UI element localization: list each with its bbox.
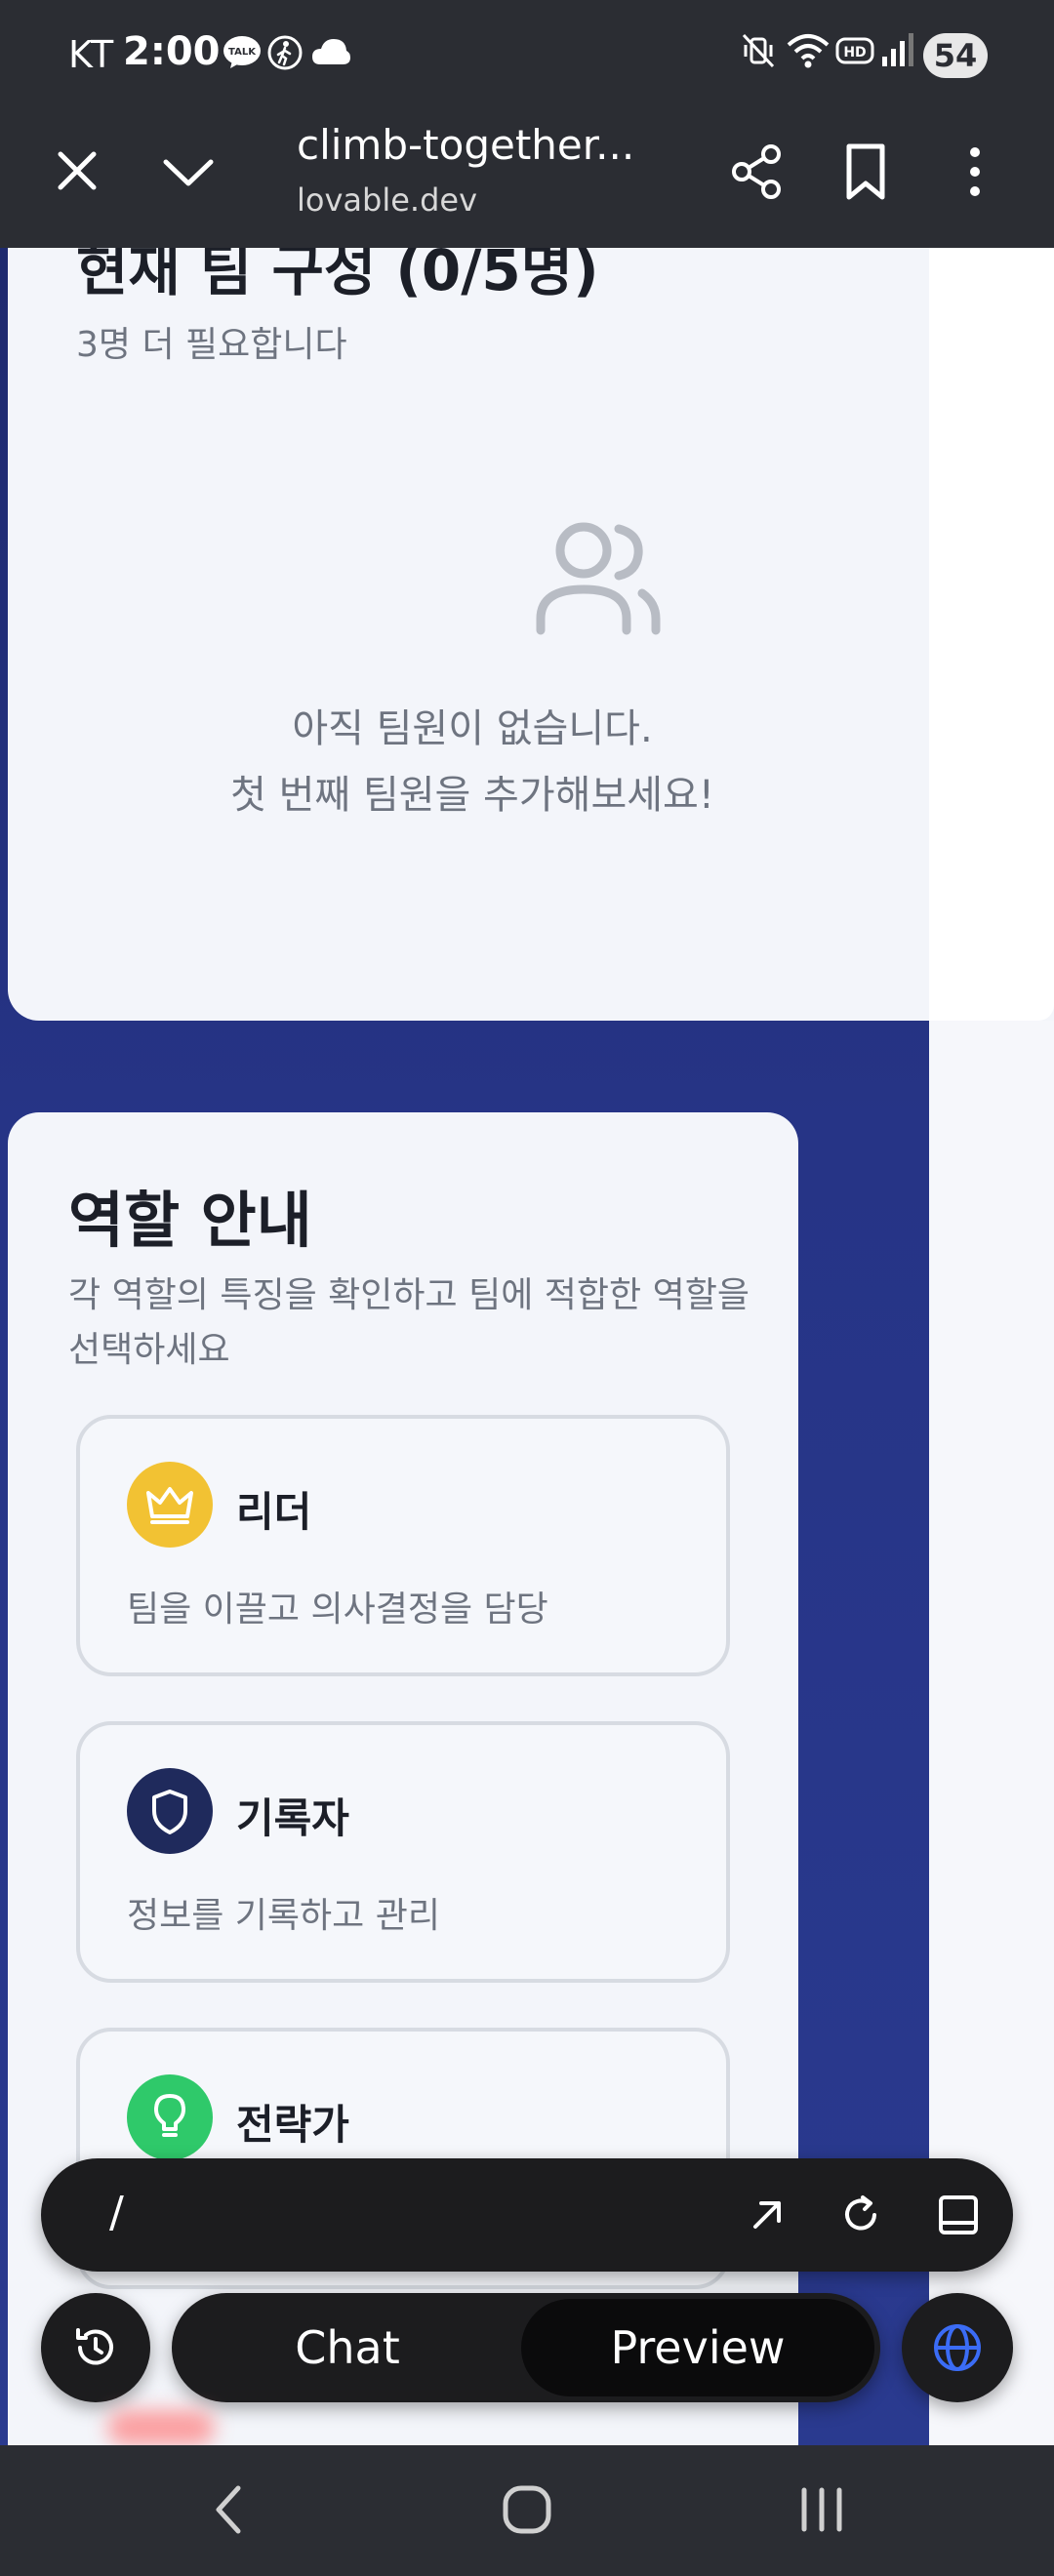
talk-icon: TALK (223, 35, 262, 74)
battery-level: 54 (923, 33, 988, 78)
role-name: 전략가 (236, 2101, 349, 2149)
role-card-leader[interactable]: 리더 팀을 이끌고 의사결정을 담당 (76, 1415, 730, 1676)
home-icon[interactable] (498, 2480, 556, 2543)
team-title: 현재 팀 구성 (0/5명) (76, 248, 599, 303)
open-external-icon[interactable] (744, 2192, 790, 2242)
role-card-recorder[interactable]: 기록자 정보를 기록하고 관리 (76, 1721, 730, 1983)
hd-icon: HD (835, 31, 874, 74)
role-name: 리더 (236, 1488, 312, 1536)
recent-apps-icon[interactable] (792, 2480, 851, 2543)
status-bar: KT 2:00 TALK HD 54 (0, 0, 1054, 113)
roles-subtitle: 각 역할의 특징을 확인하고 팀에 적합한 역할을 선택하세요 (68, 1275, 750, 1370)
chat-tab[interactable]: Chat (172, 2293, 523, 2402)
share-icon[interactable] (728, 142, 787, 205)
globe-icon (931, 2321, 984, 2378)
system-nav-bar (0, 2445, 1054, 2576)
browser-toolbar: climb-together... lovable.dev (0, 113, 1054, 248)
empty-message-line2: 첫 번째 팀원을 추가해보세요! (230, 773, 714, 818)
view-mode-toggle: Chat Preview (172, 2293, 880, 2402)
wifi-icon (787, 31, 830, 74)
refresh-icon[interactable] (837, 2192, 884, 2242)
svg-text:TALK: TALK (228, 47, 257, 58)
roles-title: 역할 안내 (68, 1185, 312, 1256)
mute-vibrate-icon (740, 31, 777, 74)
walk-icon (267, 35, 303, 74)
panel-bottom-icon[interactable] (935, 2192, 982, 2242)
web-viewport: 현재 팀 구성 (0/5명) 3명 더 필요합니다 아직 팀원이 없습니다. 첫… (0, 248, 1054, 2445)
history-icon (70, 2322, 121, 2377)
carrier-label: KT (68, 33, 115, 76)
preview-path[interactable]: / (109, 2188, 124, 2237)
role-name: 기록자 (236, 1794, 349, 1842)
clock: 2:00 (123, 29, 221, 74)
role-desc: 정보를 기록하고 관리 (127, 1896, 440, 1936)
side-panel-top (929, 248, 1054, 1021)
history-button[interactable] (41, 2293, 150, 2402)
preview-url-bar[interactable]: / (41, 2158, 1013, 2272)
shield-icon (127, 1768, 213, 1854)
crown-icon (127, 1462, 213, 1548)
bookmark-icon[interactable] (841, 142, 890, 205)
signal-icon (880, 31, 915, 74)
cloud-icon (310, 35, 351, 74)
team-composition-card: 현재 팀 구성 (0/5명) 3명 더 필요합니다 아직 팀원이 없습니다. 첫… (8, 248, 1054, 1021)
page-title[interactable]: climb-together... (297, 121, 634, 169)
chevron-down-icon[interactable] (162, 152, 215, 195)
empty-message-line1: 아직 팀원이 없습니다. (292, 706, 653, 751)
users-icon (535, 521, 662, 642)
role-desc: 팀을 이끌고 의사결정을 담당 (127, 1590, 548, 1630)
back-icon[interactable] (205, 2480, 254, 2543)
close-icon[interactable] (53, 146, 101, 199)
lightbulb-icon (127, 2074, 213, 2160)
publish-button[interactable] (902, 2293, 1013, 2402)
more-vertical-icon[interactable] (960, 142, 990, 205)
page-domain[interactable]: lovable.dev (297, 181, 477, 219)
svg-text:HD: HD (843, 45, 866, 60)
preview-tab[interactable]: Preview (521, 2299, 874, 2396)
team-subtitle: 3명 더 필요합니다 (76, 325, 347, 365)
page-peek-decoration (107, 2410, 215, 2445)
